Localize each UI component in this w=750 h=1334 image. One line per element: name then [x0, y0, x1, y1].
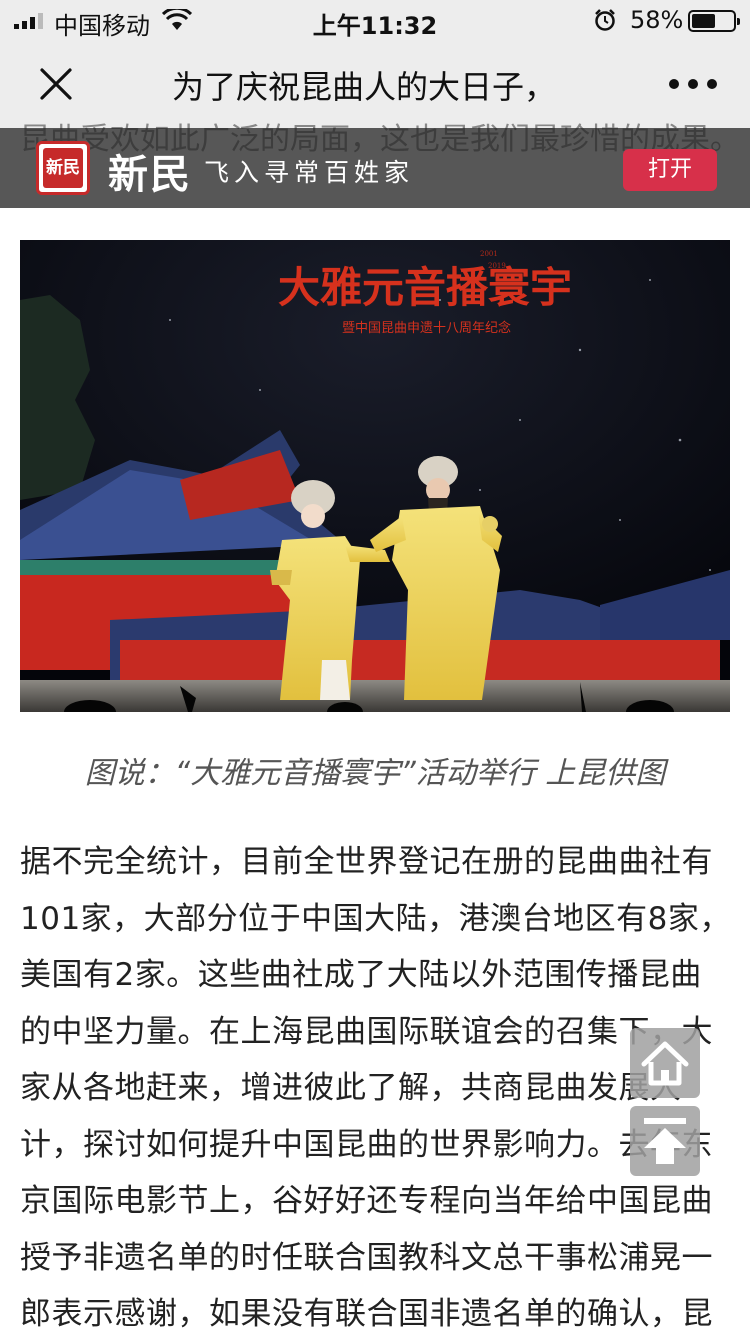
app-slogan: 飞入寻常百姓家 [204, 158, 415, 187]
more-options-icon[interactable] [668, 78, 718, 90]
close-icon[interactable] [34, 62, 78, 106]
photo-headline: 大雅元音播寰宇 [278, 263, 572, 312]
arrow-up-icon [644, 1118, 686, 1164]
battery-nub [737, 18, 740, 25]
back-to-top-button[interactable] [630, 1106, 700, 1176]
app-download-banner[interactable]: 新民 新民 飞入寻常百姓家 打开 [0, 128, 750, 208]
photo-year-start: 2001 [480, 250, 498, 258]
photo-caption: 图说：“大雅元音播寰宇”活动举行 上昆供图 [84, 756, 666, 791]
photo-subline: 暨中国昆曲申遗十八周年纪念 [342, 320, 511, 336]
alarm-icon [595, 9, 615, 31]
app-name: 新民 [108, 151, 192, 198]
photo-year-end: 2019 [488, 262, 506, 270]
app-logo: 新民 [36, 141, 90, 195]
battery-level-fill [692, 14, 716, 28]
status-bar: 中国移动 上午11:32 58% [0, 0, 750, 40]
home-button[interactable] [630, 1028, 700, 1098]
battery-percent: 58% [630, 6, 684, 34]
app-logo-text: 新民 [43, 148, 83, 188]
article-paragraph: 据不完全统计，目前全世界登记在册的昆曲曲社有101家，大部分位于中国大陆，港澳台… [20, 844, 731, 1332]
stage-photo-illustration: 大雅元音播寰宇 暨中国昆曲申遗十八周年纪念 2001 2019 [20, 240, 730, 712]
article-photo[interactable]: 大雅元音播寰宇 暨中国昆曲申遗十八周年纪念 2001 2019 [20, 240, 730, 712]
open-app-button[interactable]: 打开 [623, 149, 717, 191]
home-icon [641, 1041, 689, 1086]
battery-icon [688, 10, 740, 32]
page-title: 为了庆祝昆曲人的大日子， [172, 68, 557, 106]
